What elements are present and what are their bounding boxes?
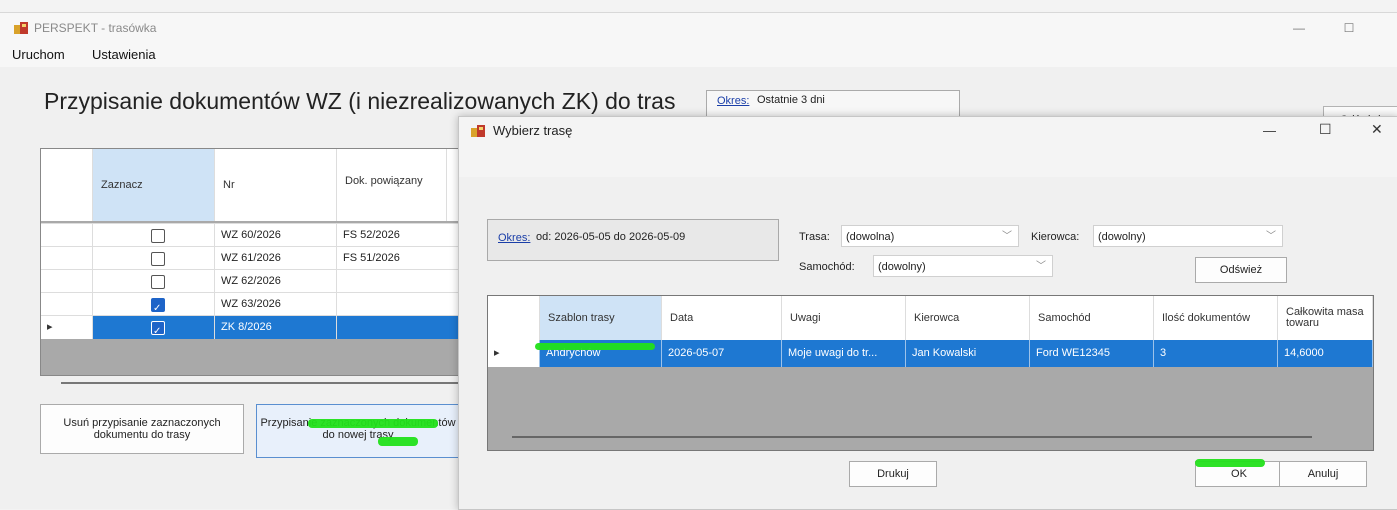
dialog-okres-value: od: 2026-05-05 do 2026-05-09 <box>536 231 686 243</box>
row-nr: WZ 60/2026 <box>215 224 337 247</box>
dialog-title: Wybierz trasę <box>493 123 573 138</box>
table-row-selected[interactable]: ▸ ZK 8/2026 <box>41 315 481 339</box>
row-ilosc: 3 <box>1154 340 1278 367</box>
trasa-select[interactable]: (dowolna) ﹀ <box>841 225 1019 247</box>
highlight-mark <box>535 343 655 350</box>
documents-grid: Zaznacz Nr Dok. powiązany WZ 60/2026 FS … <box>40 148 482 384</box>
trasa-label: Trasa: <box>799 231 830 243</box>
horizontal-scrollbar[interactable] <box>512 436 1312 438</box>
samochod-label: Samochód: <box>799 261 855 273</box>
kierowca-value: (dowolny) <box>1098 231 1146 243</box>
dialog-refresh-button[interactable]: Odśwież <box>1195 257 1287 283</box>
row-checkbox[interactable] <box>151 297 165 316</box>
samochod-value: (dowolny) <box>878 261 926 273</box>
dialog-title-bar: Wybierz trasę — ☐ ✕ <box>459 117 1397 177</box>
row-uwagi: Moje uwagi do tr... <box>782 340 906 367</box>
highlight-mark <box>308 419 438 428</box>
trasa-value: (dowolna) <box>846 231 895 243</box>
menu-uruchom[interactable]: Uruchom <box>12 47 65 62</box>
samochod-select[interactable]: (dowolny) ﹀ <box>873 255 1053 277</box>
row-header-corner <box>41 149 93 221</box>
row-nr: WZ 62/2026 <box>215 270 337 293</box>
print-button[interactable]: Drukuj <box>849 461 937 487</box>
col-header-uwagi[interactable]: Uwagi <box>782 296 906 340</box>
maximize-button[interactable]: ☐ <box>1334 19 1364 37</box>
menu-bar: Uruchom Ustawienia <box>0 43 1397 67</box>
app-icon <box>14 22 28 34</box>
row-kierowca: Jan Kowalski <box>906 340 1030 367</box>
row-nr: WZ 61/2026 <box>215 247 337 270</box>
row-pointer-icon: ▸ <box>47 321 53 333</box>
documents-grid-header: Zaznacz Nr Dok. powiązany <box>41 149 481 221</box>
menu-ustawienia[interactable]: Ustawienia <box>92 47 156 62</box>
page-title: Przypisanie dokumentów WZ (i niezrealizo… <box>44 88 676 114</box>
cancel-button[interactable]: Anuluj <box>1279 461 1367 487</box>
dialog-minimize-button[interactable]: — <box>1263 123 1276 138</box>
chevron-down-icon: ﹀ <box>1266 231 1276 242</box>
title-bar: PERSPEKT - trasówka — ☐ <box>0 13 1397 43</box>
kierowca-label: Kierowca: <box>1031 231 1080 243</box>
highlight-mark <box>378 437 418 446</box>
horizontal-scrollbar[interactable] <box>61 382 461 384</box>
table-row[interactable]: WZ 60/2026 FS 52/2026 <box>41 223 481 247</box>
col-header-szablon[interactable]: Szablon trasy <box>540 296 662 340</box>
row-checkbox[interactable] <box>151 252 165 266</box>
minimize-button[interactable]: — <box>1284 19 1314 37</box>
routes-grid-header: Szablon trasy Data Uwagi Kierowca Samoch… <box>488 296 1373 340</box>
col-header-masa[interactable]: Całkowita masa towaru <box>1278 296 1373 340</box>
row-samochod: Ford WE12345 <box>1030 340 1154 367</box>
col-header-zaznacz[interactable]: Zaznacz <box>93 149 215 221</box>
row-header-corner <box>488 296 540 340</box>
row-pointer-icon: ▸ <box>494 347 500 359</box>
col-header-samochod[interactable]: Samochód <box>1030 296 1154 340</box>
app-icon <box>471 125 485 137</box>
table-row[interactable]: WZ 62/2026 <box>41 269 481 293</box>
col-header-ilosc[interactable]: Ilość dokumentów <box>1154 296 1278 340</box>
kierowca-select[interactable]: (dowolny) ﹀ <box>1093 225 1283 247</box>
row-nr: WZ 63/2026 <box>215 293 337 316</box>
routes-grid: Szablon trasy Data Uwagi Kierowca Samoch… <box>487 295 1374 451</box>
dialog-okres-link[interactable]: Okres: <box>498 232 530 244</box>
highlight-mark <box>1195 459 1265 467</box>
row-masa: 14,6000 <box>1278 340 1373 367</box>
dialog-close-button[interactable]: ✕ <box>1371 121 1383 138</box>
main-okres-value: Ostatnie 3 dni <box>757 94 825 106</box>
row-checkbox[interactable] <box>151 275 165 289</box>
choose-route-dialog: Wybierz trasę — ☐ ✕ Okres: od: 2026-05-0… <box>458 116 1397 510</box>
col-header-dok-powiazany[interactable]: Dok. powiązany <box>337 149 447 221</box>
row-checkbox[interactable] <box>151 229 165 243</box>
chevron-down-icon: ﹀ <box>1036 261 1046 272</box>
row-checkbox[interactable] <box>151 320 165 339</box>
col-header-data[interactable]: Data <box>662 296 782 340</box>
row-data: 2026-05-07 <box>662 340 782 367</box>
dialog-maximize-button[interactable]: ☐ <box>1319 121 1332 138</box>
unassign-button[interactable]: Usuń przypisanie zaznaczonych dokumentu … <box>40 404 244 454</box>
row-nr: ZK 8/2026 <box>215 316 337 339</box>
main-okres-link[interactable]: Okres: <box>717 95 749 107</box>
col-header-kierowca[interactable]: Kierowca <box>906 296 1030 340</box>
chevron-down-icon: ﹀ <box>1002 231 1012 242</box>
dialog-okres-group: Okres: od: 2026-05-05 do 2026-05-09 <box>487 219 779 261</box>
col-header-nr[interactable]: Nr <box>215 149 337 221</box>
assign-new-route-button[interactable]: Przypisanie zaznaczonych dokumentów do n… <box>256 404 460 458</box>
table-row[interactable]: WZ 61/2026 FS 51/2026 <box>41 246 481 270</box>
table-row[interactable]: WZ 63/2026 <box>41 292 481 316</box>
window-title: PERSPEKT - trasówka <box>34 21 157 35</box>
